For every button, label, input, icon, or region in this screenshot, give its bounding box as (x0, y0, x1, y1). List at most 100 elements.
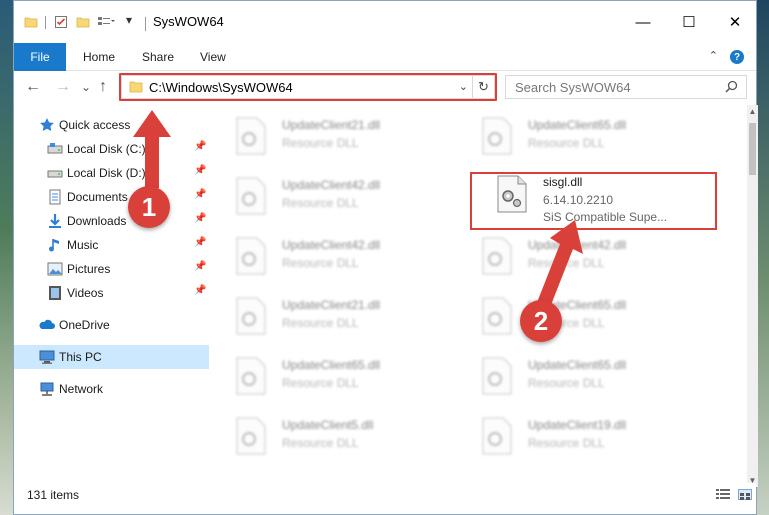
list-item[interactable]: UpdateClient42.dll Resource DLL (455, 231, 695, 283)
sisgl-file-highlight (470, 172, 717, 230)
sidebar-item-onedrive[interactable]: OneDrive (14, 313, 209, 337)
dll-file-icon (235, 237, 267, 275)
title-bar: ▾ SysWOW64 — ☐ ✕ (14, 1, 756, 43)
forward-arrow-icon[interactable]: → (55, 78, 71, 96)
desktop-wallpaper-left (0, 0, 14, 515)
sidebar-item-label: OneDrive (59, 318, 110, 332)
tab-home[interactable]: Home (83, 43, 115, 71)
tiles-view-icon[interactable] (738, 489, 752, 500)
help-icon[interactable]: ? (730, 50, 744, 64)
navigation-pane: Quick access Local Disk (C:) 📌 Local Dis… (14, 105, 209, 475)
sidebar-item-label: Network (59, 382, 104, 396)
sidebar-item-quick-access[interactable]: Quick access (14, 113, 209, 137)
dll-file-icon (235, 297, 267, 335)
sidebar-item-label: Quick access (59, 118, 131, 132)
search-input[interactable]: Search SysWOW64 (515, 80, 631, 95)
sidebar-item-local-disk-d[interactable]: Local Disk (D:) 📌 (14, 161, 209, 185)
list-item[interactable]: UpdateClient5.dll Resource DLL (209, 411, 449, 463)
list-item[interactable]: UpdateClient19.dll Resource DLL (455, 411, 695, 463)
sidebar-item-this-pc[interactable]: This PC (14, 345, 209, 369)
sidebar-item-music[interactable]: Music 📌 (14, 233, 209, 257)
item-count: 131 items (27, 488, 80, 502)
list-item[interactable]: UpdateClient21.dll Resource DLL (209, 291, 449, 343)
dll-file-icon (481, 297, 513, 335)
videos-icon (47, 285, 63, 301)
new-folder-icon[interactable] (76, 15, 90, 32)
search-box[interactable]: Search SysWOW64 (505, 75, 747, 99)
tab-file[interactable]: File (14, 43, 66, 71)
file-name: UpdateClient65.dll (282, 358, 381, 372)
cloud-icon (39, 317, 55, 333)
customize-toolbar-icon[interactable]: ▾ (126, 13, 132, 27)
details-view-icon[interactable] (716, 489, 730, 500)
back-arrow-icon[interactable]: ← (25, 78, 41, 96)
sidebar-item-label: Downloads (67, 214, 127, 228)
title-separator (145, 17, 146, 31)
list-item[interactable]: UpdateClient42.dll Resource DLL (209, 231, 449, 283)
minimize-button[interactable]: — (620, 1, 666, 43)
address-bar-highlight (119, 73, 497, 101)
pin-icon: 📌 (194, 237, 207, 248)
list-item[interactable]: UpdateClient65.dll Resource DLL (455, 291, 695, 343)
pin-icon: 📌 (194, 165, 207, 176)
sidebar-item-documents[interactable]: Documents 📌 (14, 185, 209, 209)
file-description: Resource DLL (282, 376, 359, 390)
sidebar-item-label: Local Disk (D:) (67, 166, 146, 180)
maximize-button[interactable]: ☐ (666, 1, 712, 43)
sidebar-item-label: Music (67, 238, 99, 252)
scrollbar-thumb[interactable] (749, 123, 756, 175)
sidebar-item-videos[interactable]: Videos 📌 (14, 281, 209, 305)
list-item[interactable]: UpdateClient42.dll Resource DLL (209, 171, 449, 223)
pin-icon: 📌 (194, 261, 207, 272)
vertical-scrollbar[interactable]: ▲ ▼ (747, 105, 758, 487)
tab-view[interactable]: View (200, 43, 226, 71)
file-name: UpdateClient42.dll (282, 178, 381, 192)
pictures-icon (47, 261, 63, 277)
list-item[interactable]: UpdateClient65.dll Resource DLL (455, 351, 695, 403)
sidebar-item-downloads[interactable]: Downloads 📌 (14, 209, 209, 233)
ribbon-tabs: File Home Share View ⌃ ? (14, 43, 756, 71)
ribbon-expand-icon[interactable]: ⌃ (709, 49, 718, 62)
star-icon (39, 117, 55, 133)
view-options-icon[interactable] (97, 15, 115, 32)
search-icon (725, 80, 738, 96)
list-item[interactable]: UpdateClient65.dll Resource DLL (455, 111, 695, 163)
file-description: Resource DLL (528, 376, 605, 390)
step-2-badge: 2 (520, 300, 562, 342)
dll-file-icon (481, 357, 513, 395)
documents-icon (47, 189, 63, 205)
file-description: Resource DLL (282, 136, 359, 150)
toolbar-separator (45, 16, 46, 29)
list-item[interactable]: UpdateClient21.dll Resource DLL (209, 111, 449, 163)
drive-icon (47, 141, 63, 157)
pin-icon: 📌 (194, 189, 207, 200)
file-name: UpdateClient5.dll (282, 418, 374, 432)
file-name: UpdateClient21.dll (282, 298, 381, 312)
properties-icon[interactable] (54, 15, 68, 32)
dll-file-icon (481, 237, 513, 275)
scroll-up-icon[interactable]: ▲ (747, 107, 758, 116)
pin-icon: 📌 (194, 213, 207, 224)
recent-locations-icon[interactable]: ⌄ (81, 80, 91, 94)
file-name: UpdateClient42.dll (282, 238, 381, 252)
file-name: UpdateClient19.dll (528, 418, 627, 432)
address-row: ← → ⌄ ↑ C:\Windows\SysWOW64 ⌄ ↻ Search S… (14, 71, 756, 105)
list-item[interactable]: UpdateClient65.dll Resource DLL (209, 351, 449, 403)
close-button[interactable]: ✕ (712, 1, 758, 43)
file-description: Resource DLL (282, 436, 359, 450)
dll-file-icon (235, 357, 267, 395)
tab-share[interactable]: Share (142, 43, 174, 71)
file-name: UpdateClient65.dll (528, 118, 627, 132)
sidebar-item-network[interactable]: Network (14, 377, 209, 401)
file-name: UpdateClient65.dll (528, 358, 627, 372)
up-arrow-icon[interactable]: ↑ (99, 78, 107, 96)
sidebar-item-pictures[interactable]: Pictures 📌 (14, 257, 209, 281)
music-icon (47, 237, 63, 253)
sidebar-item-local-disk-c[interactable]: Local Disk (C:) 📌 (14, 137, 209, 161)
dll-file-icon (235, 117, 267, 155)
file-description: Resource DLL (282, 256, 359, 270)
file-name: UpdateClient21.dll (282, 118, 381, 132)
file-description: Resource DLL (282, 316, 359, 330)
dll-file-icon (235, 177, 267, 215)
file-list: UpdateClient21.dll Resource DLL UpdateCl… (209, 105, 747, 475)
